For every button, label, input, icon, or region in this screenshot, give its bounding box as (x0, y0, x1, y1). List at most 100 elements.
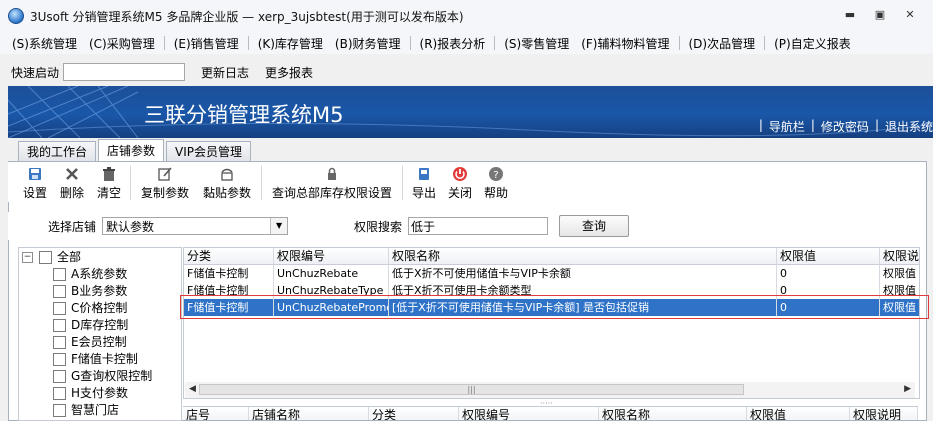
close-icon[interactable]: ✕ (902, 8, 918, 22)
checkbox[interactable] (53, 353, 66, 366)
help-button[interactable]: ? 帮助 (481, 162, 511, 202)
tree-item[interactable]: F储值卡控制 (53, 351, 138, 368)
scroll-left-icon[interactable]: ◀ (189, 384, 196, 394)
tree-root-label: 全部 (57, 250, 82, 264)
toolbar: 设置 删除 清空 复制参数 黏贴参数 查询总部库存权限设置 导出 关闭 ? 帮助 (8, 162, 925, 202)
banner-title: 三联分销管理系统M5 (144, 103, 344, 127)
svg-text:?: ? (493, 170, 498, 181)
tree-item[interactable]: G查询权限控制 (53, 368, 152, 385)
column-header[interactable]: 店铺名称 (249, 407, 369, 420)
cell-value[interactable]: 0 (777, 265, 880, 282)
checkbox[interactable] (53, 319, 66, 332)
tree-item[interactable]: B业务参数 (53, 283, 127, 300)
menu-custom-reports[interactable]: (P)自定义报表 (768, 35, 857, 52)
tab-store-params[interactable]: 店铺参数 (98, 139, 165, 162)
menu-retail[interactable]: (S)零售管理 (498, 35, 575, 52)
more-reports-link[interactable]: 更多报表 (265, 64, 313, 81)
nav-bar-link[interactable]: 导航栏 (769, 118, 805, 135)
column-header[interactable]: 权限名称 (599, 407, 747, 420)
menu-purchase[interactable]: (C)采购管理 (83, 35, 161, 52)
menu-sales[interactable]: (E)销售管理 (168, 35, 245, 52)
column-header[interactable]: 店号 (183, 407, 249, 420)
menu-stock[interactable]: (K)库存管理 (252, 35, 329, 52)
column-header[interactable]: 权限值 (777, 248, 880, 265)
tree-item-label: E会员控制 (71, 335, 127, 349)
copy-params-button[interactable]: 复制参数 (137, 162, 193, 202)
tab-vip-management[interactable]: VIP会员管理 (166, 141, 252, 162)
query-button[interactable]: 查询 (559, 215, 630, 237)
table-row[interactable]: F储值卡控制 UnChuzRebateType 低于X折不可使用卡余额类型 0 … (184, 282, 919, 299)
clear-label: 清空 (96, 186, 121, 200)
export-button[interactable]: 导出 (409, 162, 439, 202)
cell-code: UnChuzRebateType (274, 282, 389, 299)
permissions-grid: 分类 权限编号 权限名称 权限值 权限说 F储值卡控制 UnChuzRebate… (183, 247, 920, 399)
tree-item[interactable]: E会员控制 (53, 334, 127, 351)
tree-item-label: H支付参数 (71, 386, 129, 400)
close-button[interactable]: 关闭 (445, 162, 475, 202)
cell-code: UnChuzRebatePromoti (274, 299, 389, 316)
checkbox[interactable] (53, 404, 66, 417)
title-bar: 3Usoft 分销管理系统M5 多品牌企业版 — xerp_3ujsbtest(… (0, 0, 933, 32)
quick-launch-bar: 快速启动 更新日志 更多报表 (0, 60, 933, 84)
cell-category: F储值卡控制 (184, 265, 274, 282)
tree-item-label: B业务参数 (71, 284, 128, 298)
menu-separator (678, 36, 680, 50)
chevron-down-icon[interactable]: ▼ (270, 218, 288, 234)
column-header[interactable]: 分类 (184, 248, 274, 265)
settings-button[interactable]: 设置 (20, 162, 50, 202)
window-title: 3Usoft 分销管理系统M5 多品牌企业版 — xerp_3ujsbtest(… (30, 9, 464, 24)
menu-separator (409, 36, 411, 50)
cell-description: 权限值 (880, 282, 919, 299)
cell-name: [低于X折不可使用储值卡与VIP卡余额] 是否包括促销 (389, 299, 777, 316)
maximize-icon[interactable]: ▣ (872, 8, 888, 22)
tree-root[interactable]: − 全部 (22, 249, 81, 266)
checkbox[interactable] (53, 370, 66, 383)
table-row-selected[interactable]: F储值卡控制 UnChuzRebatePromoti [低于X折不可使用储值卡与… (184, 299, 919, 316)
checkbox[interactable] (39, 251, 52, 264)
column-header[interactable]: 权限编号 (459, 407, 599, 420)
menu-finance[interactable]: (B)财务管理 (329, 35, 407, 52)
column-header[interactable]: 权限名称 (389, 248, 777, 265)
change-password-link[interactable]: 修改密码 (821, 118, 869, 135)
query-hq-stock-button[interactable]: 查询总部库存权限设置 (268, 162, 396, 202)
cell-value[interactable]: 0 (777, 299, 880, 316)
minimize-icon[interactable]: ▬ (842, 8, 858, 22)
toolbar-separator (130, 166, 131, 200)
checkbox[interactable] (53, 336, 66, 349)
menu-materials[interactable]: (F)辅料物料管理 (575, 35, 675, 52)
column-header[interactable]: 权限说 (880, 248, 919, 265)
horizontal-scrollbar[interactable]: ◀ ||| ▶ (185, 382, 915, 398)
column-header[interactable]: 权限说明 (850, 407, 918, 420)
scroll-right-icon[interactable]: ▶ (904, 384, 911, 394)
menu-reports[interactable]: (R)报表分析 (414, 35, 492, 52)
tree-item[interactable]: C价格控制 (53, 300, 127, 317)
collapse-icon[interactable]: − (22, 252, 33, 263)
column-header[interactable]: 权限值 (747, 407, 850, 420)
quick-launch-input[interactable] (63, 63, 186, 81)
tree-item[interactable]: D库存控制 (53, 317, 128, 334)
table-row[interactable]: F储值卡控制 UnChuzRebate 低于X折不可使用储值卡与VIP卡余额 0… (184, 265, 919, 282)
checkbox[interactable] (53, 302, 66, 315)
menu-system[interactable]: (S)系统管理 (6, 35, 83, 52)
column-header[interactable]: 分类 (369, 407, 459, 420)
scrollbar-thumb[interactable]: ||| (199, 384, 744, 395)
column-header[interactable]: 权限编号 (274, 248, 389, 265)
clear-button[interactable]: 清空 (94, 162, 124, 202)
store-select[interactable]: 默认参数 ▼ (102, 217, 289, 235)
tab-workbench[interactable]: 我的工作台 (18, 141, 97, 162)
menu-separator (247, 36, 249, 50)
paste-params-button[interactable]: 黏贴参数 (199, 162, 255, 202)
logout-link[interactable]: 退出系统 (885, 118, 933, 135)
tree-item[interactable]: A系统参数 (53, 266, 127, 283)
tree-item[interactable]: H支付参数 (53, 385, 128, 402)
cell-value[interactable]: 0 (777, 282, 880, 299)
close-label: 关闭 (447, 186, 472, 200)
update-log-link[interactable]: 更新日志 (201, 64, 249, 81)
checkbox[interactable] (53, 285, 66, 298)
delete-button[interactable]: 删除 (57, 162, 87, 202)
menu-defects[interactable]: (D)次品管理 (683, 35, 762, 52)
tree-item[interactable]: 智慧门店 (53, 402, 119, 419)
permission-search-input[interactable] (408, 217, 549, 235)
checkbox[interactable] (53, 387, 66, 400)
checkbox[interactable] (53, 268, 66, 281)
